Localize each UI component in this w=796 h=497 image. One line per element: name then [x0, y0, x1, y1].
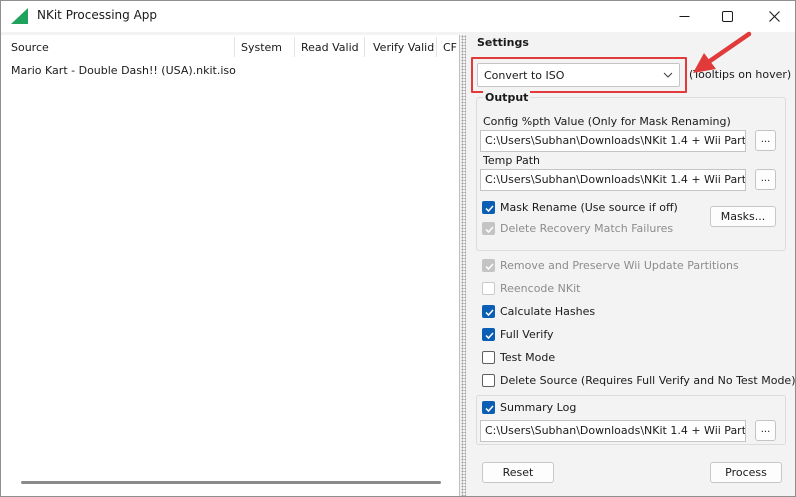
summary-log-path-field[interactable]: C:\Users\Subhan\Downloads\NKit 1.4 + Wii… — [480, 420, 746, 442]
column-divider[interactable] — [436, 37, 437, 57]
calculate-hashes-checkbox[interactable] — [482, 305, 495, 318]
temp-path-field[interactable]: C:\Users\Subhan\Downloads\NKit 1.4 + Wii… — [480, 169, 746, 191]
checkmark-icon — [485, 332, 494, 340]
close-icon — [768, 11, 780, 22]
checkmark-icon — [485, 309, 494, 317]
delete-recovery-checkbox[interactable] — [482, 222, 495, 235]
remove-preserve-label: Remove and Preserve Wii Update Partition… — [500, 259, 739, 272]
temp-browse-button[interactable]: ... — [755, 169, 776, 190]
full-verify-checkbox[interactable] — [482, 328, 495, 341]
column-divider[interactable] — [294, 37, 295, 57]
list-item[interactable]: Mario Kart - Double Dash!! (USA).nkit.is… — [11, 64, 236, 77]
process-button[interactable]: Process — [710, 462, 782, 483]
app-logo-icon — [11, 8, 28, 24]
reencode-label: Reencode NKit — [500, 282, 581, 295]
column-system[interactable]: System — [241, 41, 282, 54]
reencode-checkbox[interactable] — [482, 282, 495, 295]
column-cf[interactable]: CF — [443, 41, 457, 54]
horizontal-scrollbar[interactable] — [21, 481, 441, 484]
config-path-label: Config %pth Value (Only for Mask Renamin… — [483, 115, 731, 128]
maximize-button[interactable] — [704, 1, 750, 32]
calculate-hashes-label: Calculate Hashes — [500, 305, 596, 318]
delete-recovery-label: Delete Recovery Match Failures — [500, 222, 674, 235]
column-source[interactable]: Source — [11, 41, 49, 54]
window-title: NKit Processing App — [37, 8, 158, 22]
config-path-field[interactable]: C:\Users\Subhan\Downloads\NKit 1.4 + Wii… — [480, 130, 746, 152]
test-mode-checkbox[interactable] — [482, 351, 495, 364]
column-divider[interactable] — [234, 37, 235, 57]
delete-source-label: Delete Source (Requires Full Verify and … — [500, 374, 796, 387]
config-browse-button[interactable]: ... — [755, 130, 776, 151]
app-window: NKit Processing App Source System Read V… — [0, 0, 796, 497]
panel-splitter[interactable] — [461, 35, 466, 496]
column-divider[interactable] — [364, 37, 365, 57]
checkmark-icon — [485, 226, 494, 234]
full-verify-label: Full Verify — [500, 328, 554, 341]
column-verify-valid[interactable]: Verify Valid — [373, 41, 434, 54]
summary-log-browse-button[interactable]: ... — [755, 420, 776, 441]
delete-source-checkbox[interactable] — [482, 374, 495, 387]
output-heading: Output — [483, 91, 531, 104]
checkmark-icon — [485, 205, 494, 213]
checkmark-icon — [485, 405, 494, 413]
column-header-row: Source System Read Valid Verify Valid CF — [1, 35, 460, 59]
minimize-button[interactable] — [661, 1, 707, 32]
close-button[interactable] — [751, 1, 795, 32]
file-list[interactable]: Source System Read Valid Verify Valid CF… — [1, 35, 460, 496]
maximize-icon — [721, 11, 733, 22]
title-bar: NKit Processing App — [1, 1, 795, 32]
temp-path-label: Temp Path — [483, 154, 540, 167]
mask-rename-label: Mask Rename (Use source if off) — [500, 201, 678, 214]
summary-log-label: Summary Log — [500, 401, 577, 414]
masks-button[interactable]: Masks... — [710, 206, 776, 227]
mask-rename-checkbox[interactable] — [482, 201, 495, 214]
reset-button[interactable]: Reset — [482, 462, 554, 483]
annotation-arrow-icon — [693, 31, 752, 73]
summary-log-checkbox[interactable] — [482, 401, 495, 414]
test-mode-label: Test Mode — [500, 351, 556, 364]
column-read-valid[interactable]: Read Valid — [301, 41, 359, 54]
annotation-highlight-box — [471, 57, 687, 93]
checkmark-icon — [485, 263, 494, 271]
settings-heading: Settings — [477, 36, 529, 49]
minimize-icon — [679, 16, 689, 17]
remove-preserve-checkbox[interactable] — [482, 259, 495, 272]
